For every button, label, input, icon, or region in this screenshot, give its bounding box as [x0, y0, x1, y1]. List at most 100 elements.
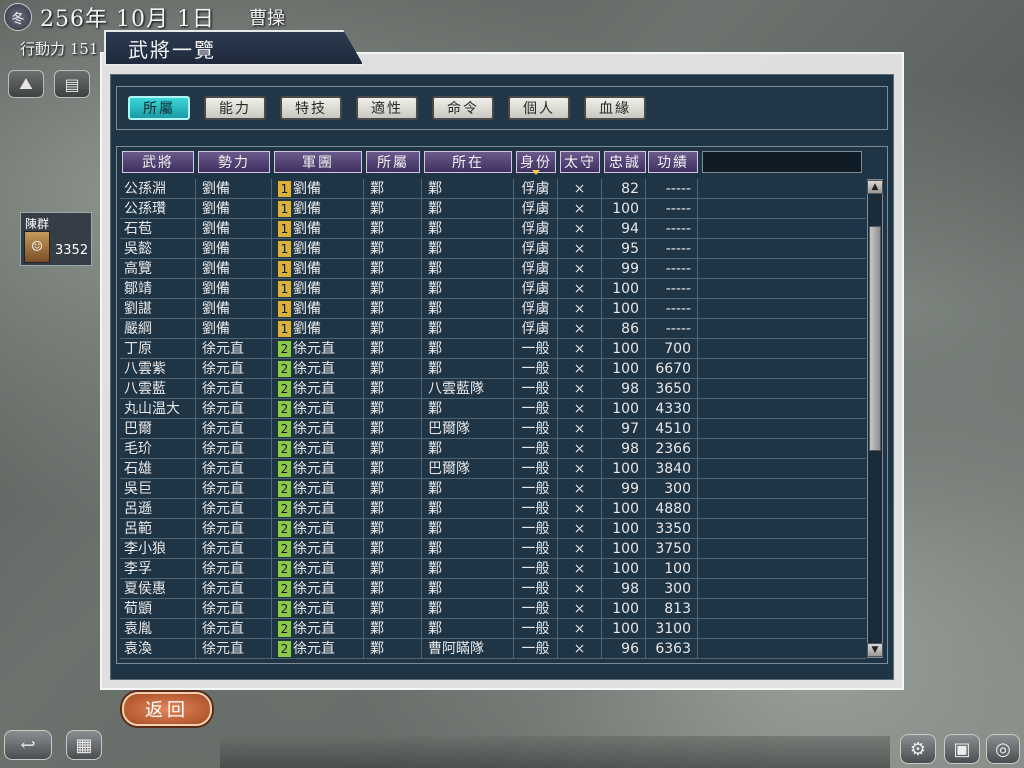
table-row[interactable]: 巴爾 徐元直 2 徐元直鄴巴爾隊 一般 × 97 4510 [120, 419, 866, 439]
season-icon: 冬 [4, 3, 32, 31]
cell-empty [698, 639, 866, 659]
cell-force: 徐元直 [196, 599, 272, 619]
corps-name: 劉備 [293, 201, 321, 217]
cell-loc: 巴爾隊 [422, 459, 514, 479]
column-header[interactable]: 所在 [424, 151, 512, 173]
cell-status: 一般 [514, 639, 558, 659]
cell-loc: 鄴 [422, 619, 514, 639]
table-row[interactable]: 嚴綱 劉備 1 劉備鄴鄴俘虜 × 86 ----- [120, 319, 866, 339]
cell-city: 鄴 [364, 239, 422, 259]
corps-number-badge: 2 [278, 581, 291, 597]
corps-number-badge: 1 [278, 321, 291, 337]
scroll-up-icon[interactable]: ▲ [867, 180, 883, 194]
info-icon[interactable]: ▣ [944, 734, 980, 764]
table-row[interactable]: 八雲紫 徐元直 2 徐元直鄴鄴一般 × 100 6670 [120, 359, 866, 379]
back-button[interactable]: 返回 [122, 692, 212, 726]
scroll-thumb[interactable] [869, 226, 881, 451]
cell-corps: 1 劉備 [272, 299, 364, 319]
corps-name: 徐元直 [293, 521, 335, 537]
column-header[interactable]: 身份 [516, 151, 556, 175]
officer-card[interactable]: 陳群 ☺ 3352 [20, 212, 92, 266]
corps-name: 劉備 [293, 281, 321, 297]
scroll-map-icon[interactable]: ▦ [66, 730, 102, 760]
table-row[interactable]: 丁原 徐元直 2 徐元直鄴鄴一般 × 100 700 [120, 339, 866, 359]
tab-7[interactable]: 血緣 [584, 96, 646, 120]
cell-loyalty: 100 [602, 359, 646, 379]
table-row[interactable]: 石雄 徐元直 2 徐元直鄴巴爾隊 一般 × 100 3840 [120, 459, 866, 479]
tab-1[interactable]: 所屬 [128, 96, 190, 120]
cell-name: 嚴綱 [120, 319, 196, 339]
cell-name: 巴爾 [120, 419, 196, 439]
table-row[interactable]: 高覽 劉備 1 劉備鄴鄴俘虜 × 99 ----- [120, 259, 866, 279]
cell-status: 一般 [514, 379, 558, 399]
cell-corps: 2 徐元直 [272, 639, 364, 659]
cell-force: 劉備 [196, 179, 272, 199]
table-row[interactable]: 呂範 徐元直 2 徐元直鄴鄴一般 × 100 3350 [120, 519, 866, 539]
cell-status: 一般 [514, 519, 558, 539]
table-row[interactable]: 丸山温大 徐元直 2 徐元直鄴鄴一般 × 100 4330 [120, 399, 866, 419]
corps-name: 徐元直 [293, 401, 335, 417]
column-header[interactable]: 太守 [560, 151, 600, 173]
cell-loyalty: 100 [602, 459, 646, 479]
cell-loc: 曹阿瞞隊 [422, 639, 514, 659]
column-header[interactable]: 武將 [122, 151, 194, 173]
cell-name: 石苞 [120, 219, 196, 239]
tab-6[interactable]: 個人 [508, 96, 570, 120]
cell-merit: ----- [646, 239, 698, 259]
table-row[interactable]: 袁渙 徐元直 2 徐元直鄴曹阿瞞隊 一般 × 96 6363 [120, 639, 866, 659]
tab-4[interactable]: 適性 [356, 96, 418, 120]
cell-loyalty: 100 [602, 299, 646, 319]
tab-5[interactable]: 命令 [432, 96, 494, 120]
cell-gov: × [558, 579, 602, 599]
cell-name: 李小狼 [120, 539, 196, 559]
cell-status: 一般 [514, 479, 558, 499]
globe-icon[interactable]: ◎ [986, 734, 1020, 764]
cell-corps: 2 徐元直 [272, 539, 364, 559]
corps-number-badge: 2 [278, 341, 291, 357]
corps-number-badge: 2 [278, 461, 291, 477]
column-header[interactable]: 忠誠 [604, 151, 646, 173]
table-row[interactable]: 鄒靖 劉備 1 劉備鄴鄴俘虜 × 100 ----- [120, 279, 866, 299]
list-icon[interactable]: ▤ [54, 70, 90, 98]
table-row[interactable]: 吳巨 徐元直 2 徐元直鄴鄴一般 × 99 300 [120, 479, 866, 499]
corps-name: 徐元直 [293, 501, 335, 517]
table-row[interactable]: 八雲藍 徐元直 2 徐元直鄴八雲藍隊 一般 × 98 3650 [120, 379, 866, 399]
table-row[interactable]: 劉諶 劉備 1 劉備鄴鄴俘虜 × 100 ----- [120, 299, 866, 319]
table-row[interactable]: 李小狼 徐元直 2 徐元直鄴鄴一般 × 100 3750 [120, 539, 866, 559]
cell-empty [698, 419, 866, 439]
column-header[interactable]: 功績 [648, 151, 698, 173]
table-row[interactable]: 毛玠 徐元直 2 徐元直鄴鄴一般 × 98 2366 [120, 439, 866, 459]
cell-empty [698, 519, 866, 539]
column-header[interactable]: 所屬 [366, 151, 420, 173]
tab-2[interactable]: 能力 [204, 96, 266, 120]
table-row[interactable]: 荀顗 徐元直 2 徐元直鄴鄴一般 × 100 813 [120, 599, 866, 619]
corps-name: 徐元直 [293, 341, 335, 357]
table-row[interactable]: 袁胤 徐元直 2 徐元直鄴鄴一般 × 100 3100 [120, 619, 866, 639]
return-arrow-icon[interactable]: ↩ [4, 730, 52, 760]
map-icon[interactable]: ⛰ [8, 70, 44, 98]
corps-name: 徐元直 [293, 441, 335, 457]
cell-status: 一般 [514, 579, 558, 599]
cell-city: 鄴 [364, 479, 422, 499]
table-row[interactable]: 公孫瓚 劉備 1 劉備鄴鄴俘虜 × 100 ----- [120, 199, 866, 219]
table-row[interactable]: 李孚 徐元直 2 徐元直鄴鄴一般 × 100 100 [120, 559, 866, 579]
cell-loyalty: 96 [602, 639, 646, 659]
cell-name: 丁原 [120, 339, 196, 359]
table-row[interactable]: 夏侯惠 徐元直 2 徐元直鄴鄴一般 × 98 300 [120, 579, 866, 599]
settings-icon[interactable]: ⚙ [900, 734, 936, 764]
tab-3[interactable]: 特技 [280, 96, 342, 120]
cell-gov: × [558, 399, 602, 419]
table-row[interactable]: 石苞 劉備 1 劉備鄴鄴俘虜 × 94 ----- [120, 219, 866, 239]
scroll-down-icon[interactable]: ▼ [867, 643, 883, 657]
cell-force: 劉備 [196, 199, 272, 219]
cell-corps: 1 劉備 [272, 219, 364, 239]
column-header[interactable]: 勢力 [198, 151, 270, 173]
cell-force: 徐元直 [196, 619, 272, 639]
cell-merit: ----- [646, 319, 698, 339]
table-row[interactable]: 公孫淵 劉備 1 劉備鄴鄴俘虜 × 82 ----- [120, 179, 866, 199]
table-row[interactable]: 吳懿 劉備 1 劉備鄴鄴俘虜 × 95 ----- [120, 239, 866, 259]
table-row[interactable]: 呂遜 徐元直 2 徐元直鄴鄴一般 × 100 4880 [120, 499, 866, 519]
cell-name: 劉諶 [120, 299, 196, 319]
cell-force: 徐元直 [196, 519, 272, 539]
column-header[interactable]: 軍團 [274, 151, 362, 173]
